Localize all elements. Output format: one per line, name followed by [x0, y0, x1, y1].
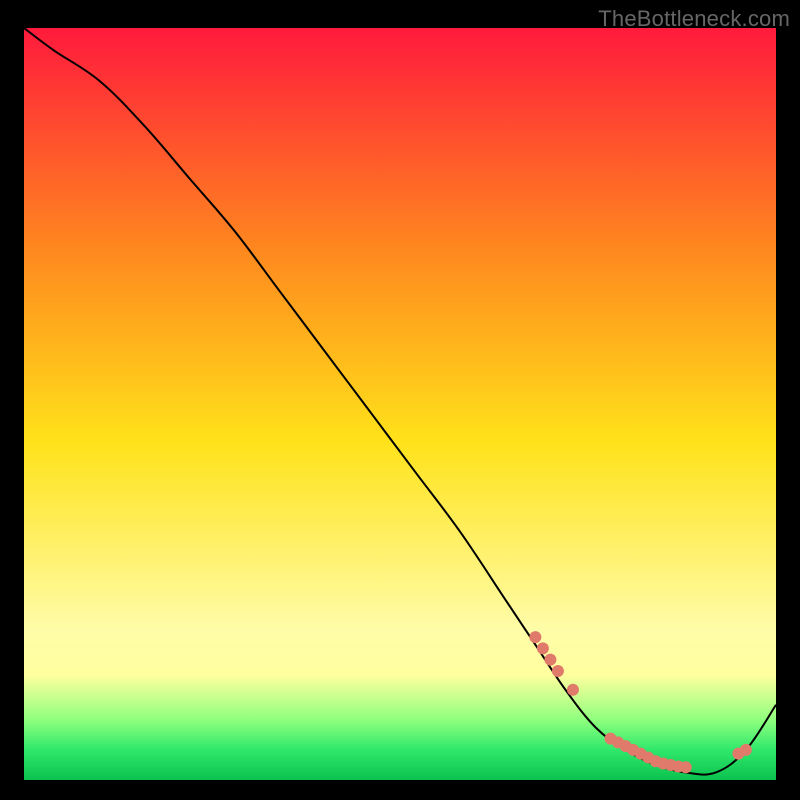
gradient-background: [24, 28, 776, 780]
chart-svg: [24, 28, 776, 780]
sweet-spot-marker: [537, 642, 549, 654]
sweet-spot-marker: [567, 684, 579, 696]
sweet-spot-marker: [680, 761, 692, 773]
watermark-text: TheBottleneck.com: [598, 6, 790, 32]
sweet-spot-marker: [529, 631, 541, 643]
plot-area: [24, 28, 776, 780]
sweet-spot-marker: [552, 665, 564, 677]
sweet-spot-marker: [544, 654, 556, 666]
sweet-spot-marker: [740, 744, 752, 756]
chart-stage: TheBottleneck.com: [0, 0, 800, 800]
